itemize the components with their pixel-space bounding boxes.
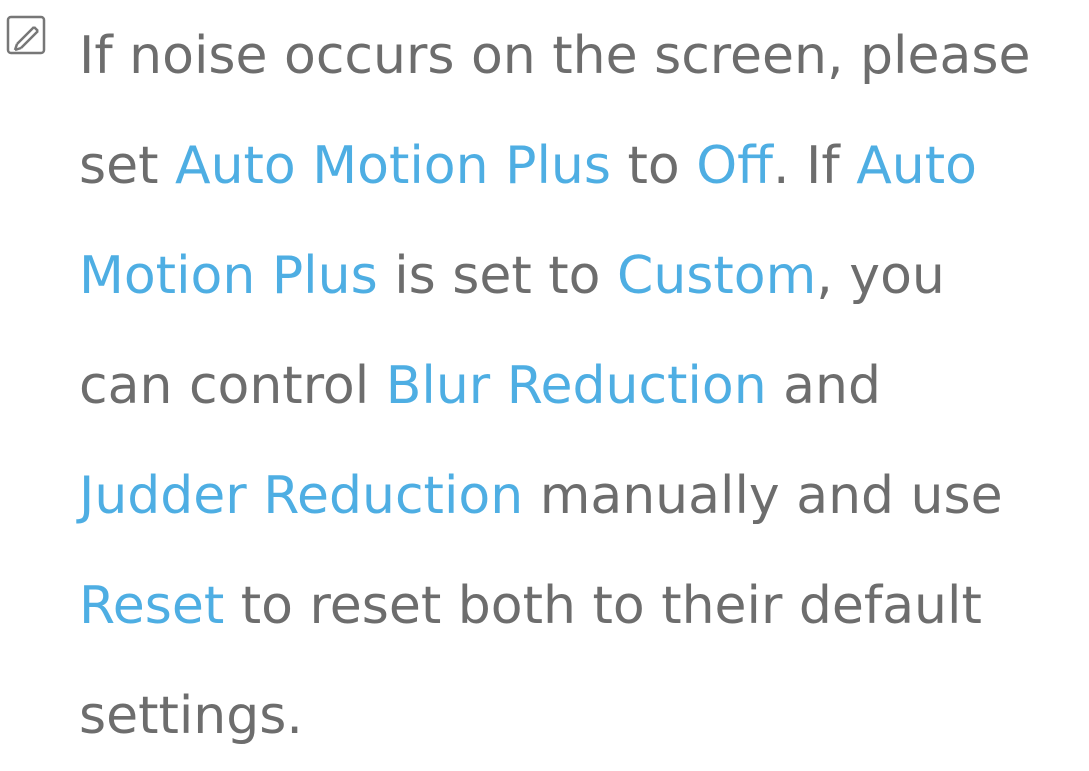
note-text-run: settings.	[79, 686, 303, 746]
note-line: Judder Reduction manually and use	[79, 441, 1089, 551]
highlighted-term: Reset	[79, 576, 225, 636]
note-text-run: , you	[816, 246, 945, 306]
note-text-run: manually and use	[523, 466, 1003, 526]
note-text-run: can control	[79, 356, 386, 416]
note-line: set Auto Motion Plus to Off. If Auto	[79, 111, 1089, 221]
highlighted-term: Off	[696, 136, 773, 196]
note-text-run: If noise occurs on the screen, please	[79, 26, 1031, 86]
note-text-run: and	[766, 356, 882, 416]
highlighted-term: Judder Reduction	[79, 466, 524, 526]
highlighted-term: Blur Reduction	[385, 356, 767, 416]
note-text-run: is set to	[377, 246, 618, 306]
note-text-run: . If	[772, 136, 857, 196]
note-text-run: to reset both to their default	[224, 576, 982, 636]
note-text-run: to	[610, 136, 697, 196]
note-text-run: set	[79, 136, 176, 196]
highlighted-term: Auto Motion Plus	[175, 136, 611, 196]
note-line: settings.	[79, 661, 1089, 771]
note-line: Reset to reset both to their default	[79, 551, 1089, 661]
note-line: can control Blur Reduction and	[79, 331, 1089, 441]
highlighted-term: Custom	[617, 246, 817, 306]
note-line: Motion Plus is set to Custom, you	[79, 221, 1089, 331]
note-text: If noise occurs on the screen, please set…	[79, 1, 1089, 771]
note-pencil-icon	[6, 15, 46, 55]
note-block: If noise occurs on the screen, please set…	[0, 0, 1089, 746]
highlighted-term: Auto	[856, 136, 977, 196]
note-line: If noise occurs on the screen, please	[79, 1, 1089, 111]
highlighted-term: Motion Plus	[79, 246, 378, 306]
